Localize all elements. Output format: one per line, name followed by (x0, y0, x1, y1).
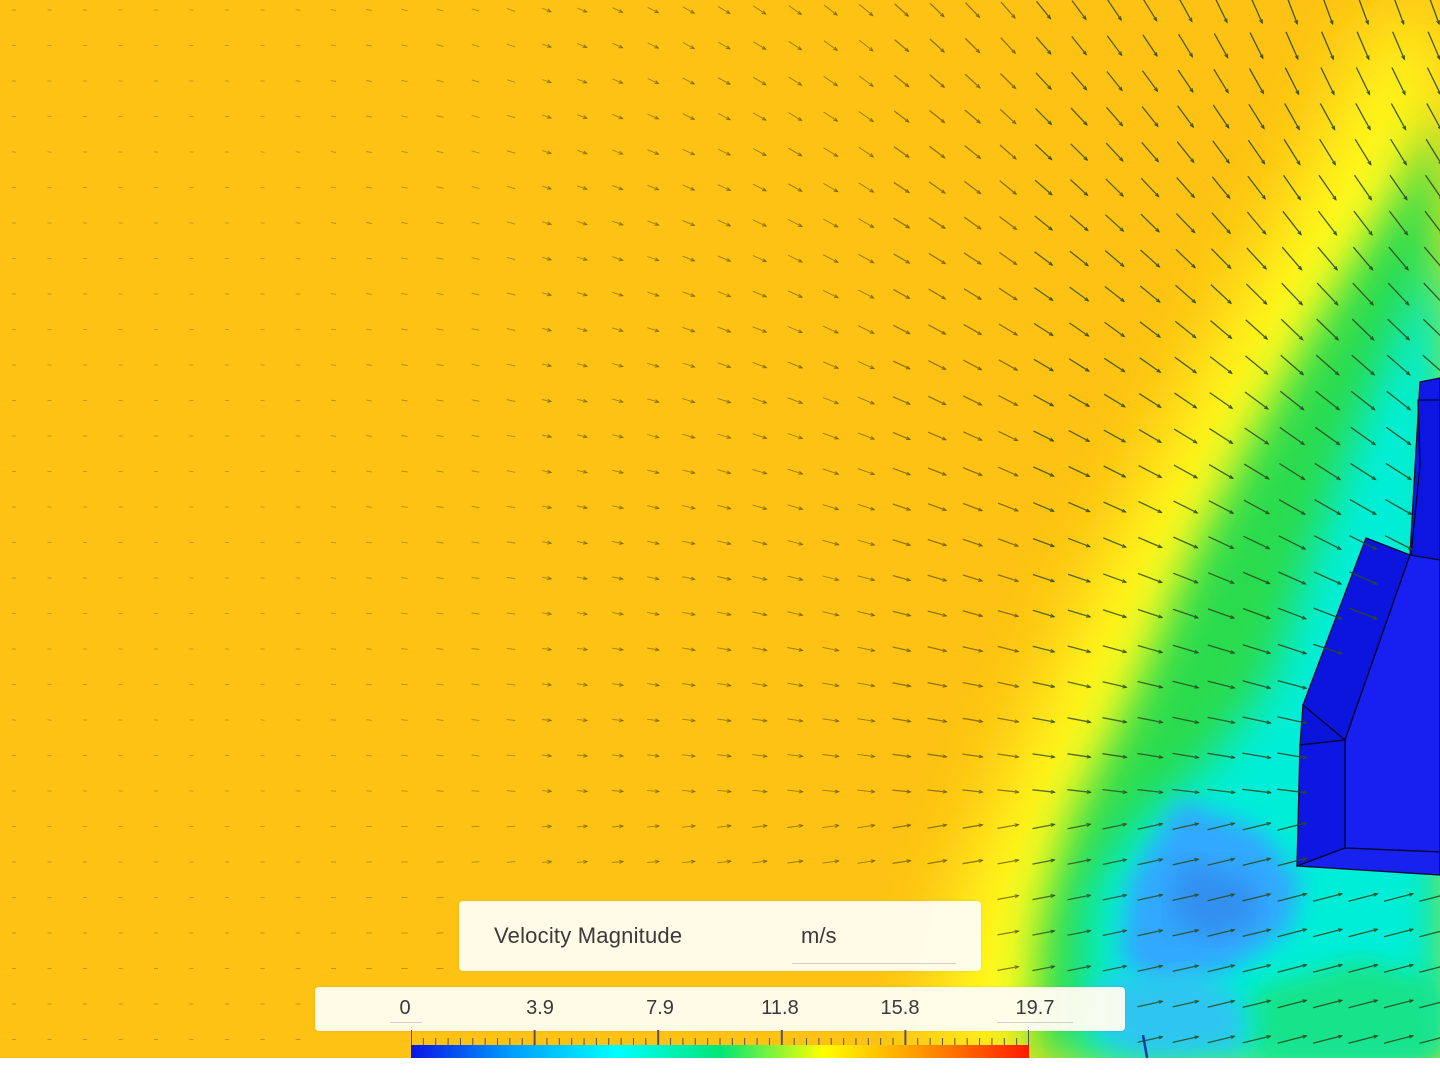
tick-label-1: 3.9 (526, 997, 554, 1019)
legend-title: Velocity Magnitude (494, 923, 683, 948)
tick-label-0: 0 (399, 997, 411, 1019)
unit-underline (792, 963, 956, 964)
colorbar (411, 1045, 1029, 1058)
legend-unit: m/s (801, 923, 837, 948)
footer-strip (0, 1058, 1440, 1080)
tick-label-3: 11.8 (761, 997, 799, 1019)
tick-label-2: 7.9 (646, 997, 674, 1019)
tick-label-underline (390, 1022, 422, 1023)
legend-title-panel: Velocity Magnitude m/s (459, 901, 981, 971)
legend-labels-panel: 0 3.9 7.9 11.8 15.8 19.7 (315, 987, 1125, 1031)
tick-label-4: 15.8 (880, 997, 920, 1019)
tick-label-underline (997, 1022, 1073, 1023)
colorbar-ticks (411, 1030, 1029, 1046)
tick-label-5: 19.7 (1015, 997, 1055, 1019)
